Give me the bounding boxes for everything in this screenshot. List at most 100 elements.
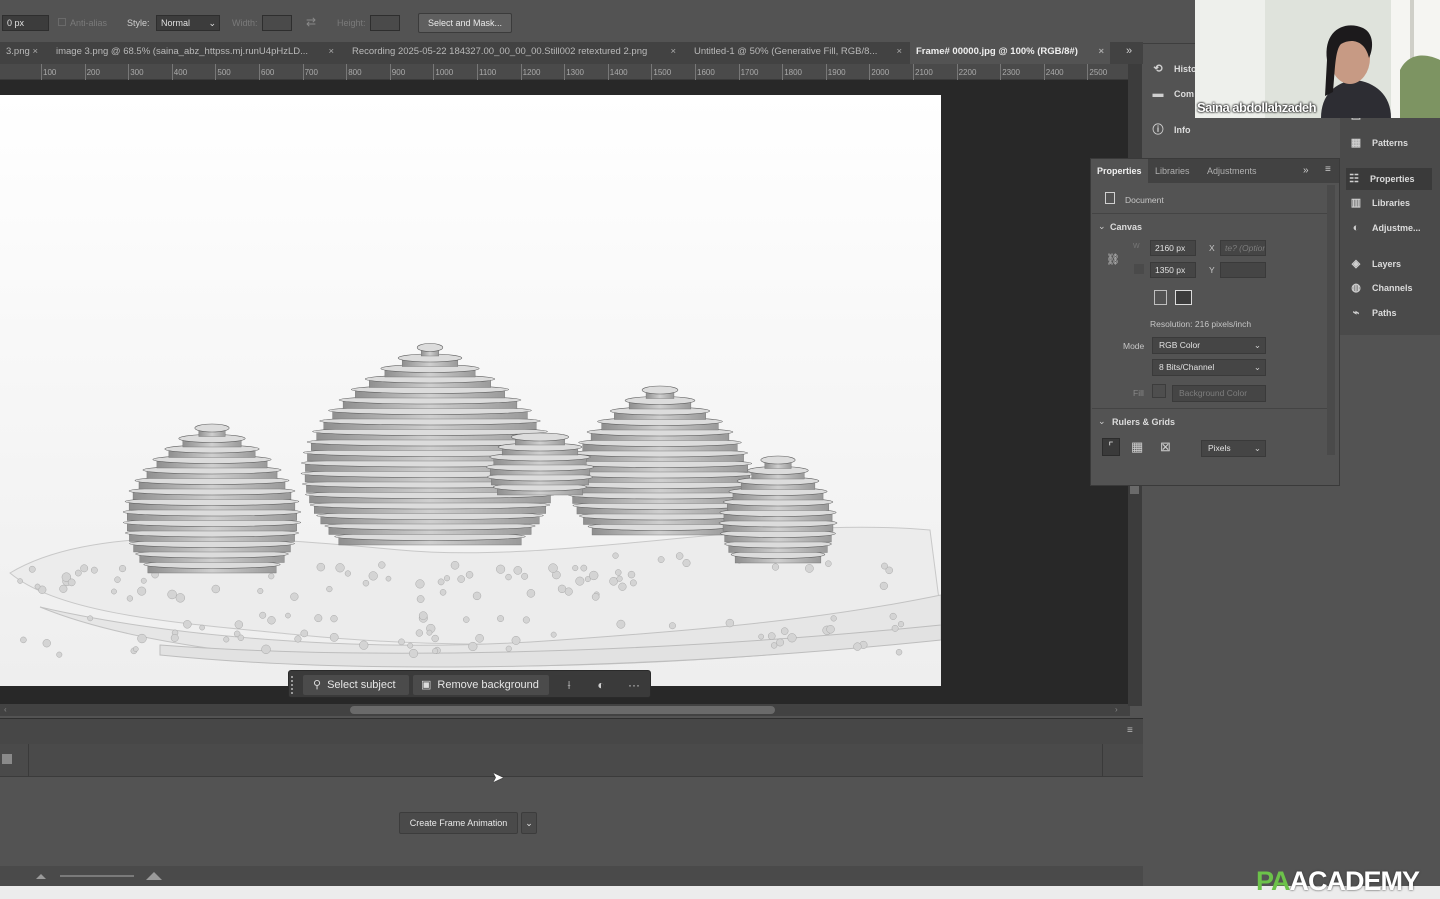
- dock-item-comments[interactable]: ▬ Com: [1150, 83, 1195, 105]
- dock-item-properties[interactable]: ☷ Properties: [1346, 168, 1432, 190]
- close-icon[interactable]: ×: [896, 42, 902, 62]
- close-icon[interactable]: ×: [670, 42, 676, 62]
- create-frame-animation-button[interactable]: Create Frame Animation: [399, 812, 518, 834]
- x-input[interactable]: te? (Option: [1220, 240, 1266, 256]
- dock-item-label: Info: [1174, 125, 1191, 135]
- tree-dot: [56, 651, 63, 658]
- canvas-height-input[interactable]: 1350 px: [1150, 262, 1196, 278]
- y-input[interactable]: [1220, 262, 1266, 278]
- grid-icon[interactable]: ▦: [1131, 439, 1143, 455]
- tree-dot: [74, 569, 82, 577]
- tab-doc-3[interactable]: Recording 2025-05-22 184327.00_00_00_00.…: [346, 42, 682, 64]
- chevron-down-icon[interactable]: ⌄: [521, 812, 537, 834]
- tree-dot: [881, 562, 888, 570]
- logo-text-pa: PA: [1256, 866, 1291, 896]
- select-and-mask-button[interactable]: Select and Mask...: [418, 13, 512, 33]
- tab-overflow-icon[interactable]: »: [1126, 45, 1132, 57]
- panel-menu-icon[interactable]: ≡: [1325, 164, 1331, 175]
- ruler-tick-line: [913, 64, 914, 80]
- tab-properties[interactable]: Properties: [1091, 159, 1148, 183]
- chevron-down-icon[interactable]: ⌄: [1098, 416, 1106, 427]
- tab-adjustments[interactable]: Adjustments: [1201, 159, 1263, 183]
- dock-item-label: Patterns: [1372, 138, 1409, 148]
- tree-dot: [67, 578, 76, 587]
- document-canvas[interactable]: [0, 95, 941, 686]
- tree-dot: [615, 569, 622, 576]
- dock-item-libraries[interactable]: ▥ Libraries: [1348, 192, 1410, 214]
- ruler-tick-label: 2100: [915, 68, 933, 77]
- select-subject-button[interactable]: ⚲ Select subject: [303, 675, 409, 695]
- tab-doc-2[interactable]: image 3.png @ 68.5% (saina_abz_httpss.mj…: [50, 42, 340, 64]
- tab-doc-active[interactable]: Frame# 00000.jpg @ 100% (RGB/8#) ×: [910, 42, 1110, 64]
- remove-background-button[interactable]: ▣ Remove background: [413, 675, 549, 695]
- tree-dot: [415, 629, 423, 637]
- tree-dot: [111, 588, 117, 595]
- close-icon[interactable]: ×: [32, 42, 38, 62]
- more-options-icon[interactable]: ···: [624, 675, 644, 695]
- tab-doc-4[interactable]: Untitled-1 @ 50% (Generative Fill, RGB/8…: [688, 42, 908, 64]
- tree-dot: [326, 585, 333, 593]
- antialias-checkbox[interactable]: [58, 18, 66, 26]
- dock-item-patterns[interactable]: ▦ Patterns: [1348, 132, 1408, 154]
- panel-menu-icon[interactable]: ≡: [1127, 725, 1133, 736]
- rulers-grids-section-label: Rulers & Grids: [1112, 417, 1176, 427]
- fill-select[interactable]: Background Color: [1172, 385, 1266, 402]
- tree-dot: [300, 629, 309, 638]
- dock-item-layers[interactable]: ◈ Layers: [1348, 253, 1401, 275]
- collapse-panel-icon[interactable]: »: [1303, 165, 1309, 176]
- transform-icon[interactable]: ⟊: [559, 675, 579, 695]
- tab-libraries[interactable]: Libraries: [1149, 159, 1196, 183]
- link-icon[interactable]: ⛓: [1106, 253, 1120, 266]
- width-input[interactable]: [262, 15, 292, 31]
- tab-doc-1[interactable]: 3.png ×: [0, 42, 44, 64]
- scroll-left-icon[interactable]: ‹: [4, 705, 7, 714]
- tree-dot: [418, 611, 428, 620]
- tree-dot: [28, 565, 36, 573]
- ruler-tick-label: 500: [217, 68, 231, 77]
- feather-input[interactable]: 0 px: [2, 15, 49, 31]
- dock-item-history[interactable]: ⟲ Histo: [1150, 58, 1196, 80]
- dock-item-channels[interactable]: ◍ Channels: [1348, 277, 1412, 299]
- close-icon[interactable]: ×: [328, 42, 334, 62]
- properties-icon: ☷: [1349, 173, 1359, 185]
- tree-dot: [629, 579, 637, 587]
- divider: [1092, 213, 1328, 214]
- ruler-tick-label: 1000: [435, 68, 454, 77]
- portrait-orientation-icon[interactable]: [1154, 290, 1167, 305]
- tree-dot: [415, 579, 425, 589]
- fill-swatch[interactable]: [1152, 384, 1166, 398]
- height-input[interactable]: [370, 15, 400, 31]
- ruler-icon[interactable]: ⌜: [1102, 438, 1120, 456]
- mode-select[interactable]: RGB Color ⌄: [1152, 337, 1266, 354]
- zoom-out-icon[interactable]: [36, 874, 46, 879]
- dock-item-info[interactable]: ⓘ Info: [1150, 119, 1191, 141]
- adjustment-circle-icon[interactable]: ◐: [591, 675, 611, 695]
- dock-item-paths[interactable]: ⌁ Paths: [1348, 302, 1397, 324]
- tree-dot: [329, 632, 339, 642]
- properties-scrollbar[interactable]: [1327, 185, 1335, 455]
- tab-label: Recording 2025-05-22 184327.00_00_00_00.…: [352, 46, 648, 57]
- bit-depth-select[interactable]: 8 Bits/Channel ⌄: [1152, 359, 1266, 376]
- tree-dot: [268, 573, 275, 580]
- tree-dot: [682, 559, 691, 568]
- swap-icon[interactable]: ⇄: [306, 15, 316, 29]
- tree-dot: [137, 633, 147, 644]
- style-select[interactable]: Normal ⌄: [156, 15, 220, 31]
- close-icon[interactable]: ×: [1098, 42, 1104, 62]
- horizontal-scrollbar-thumb[interactable]: [350, 706, 775, 714]
- chevron-down-icon[interactable]: ⌄: [1098, 221, 1106, 232]
- zoom-in-icon[interactable]: [146, 872, 162, 880]
- dock-item-adjustments[interactable]: ◐ Adjustme...: [1348, 217, 1421, 239]
- zoom-slider[interactable]: [60, 875, 134, 877]
- render-icon[interactable]: [2, 754, 12, 764]
- timeline-footer: [0, 866, 1143, 888]
- tree-dot: [118, 564, 127, 573]
- ruler-tick-label: 200: [86, 68, 100, 77]
- drag-handle-icon[interactable]: [291, 676, 295, 694]
- units-select[interactable]: Pixels ⌄: [1201, 440, 1266, 457]
- guides-icon[interactable]: ⊠: [1160, 439, 1171, 455]
- scroll-right-icon[interactable]: ›: [1115, 705, 1118, 714]
- canvas-width-input[interactable]: 2160 px: [1150, 240, 1196, 256]
- ruler-tick-label: 1200: [522, 68, 541, 77]
- landscape-orientation-icon[interactable]: [1175, 290, 1192, 305]
